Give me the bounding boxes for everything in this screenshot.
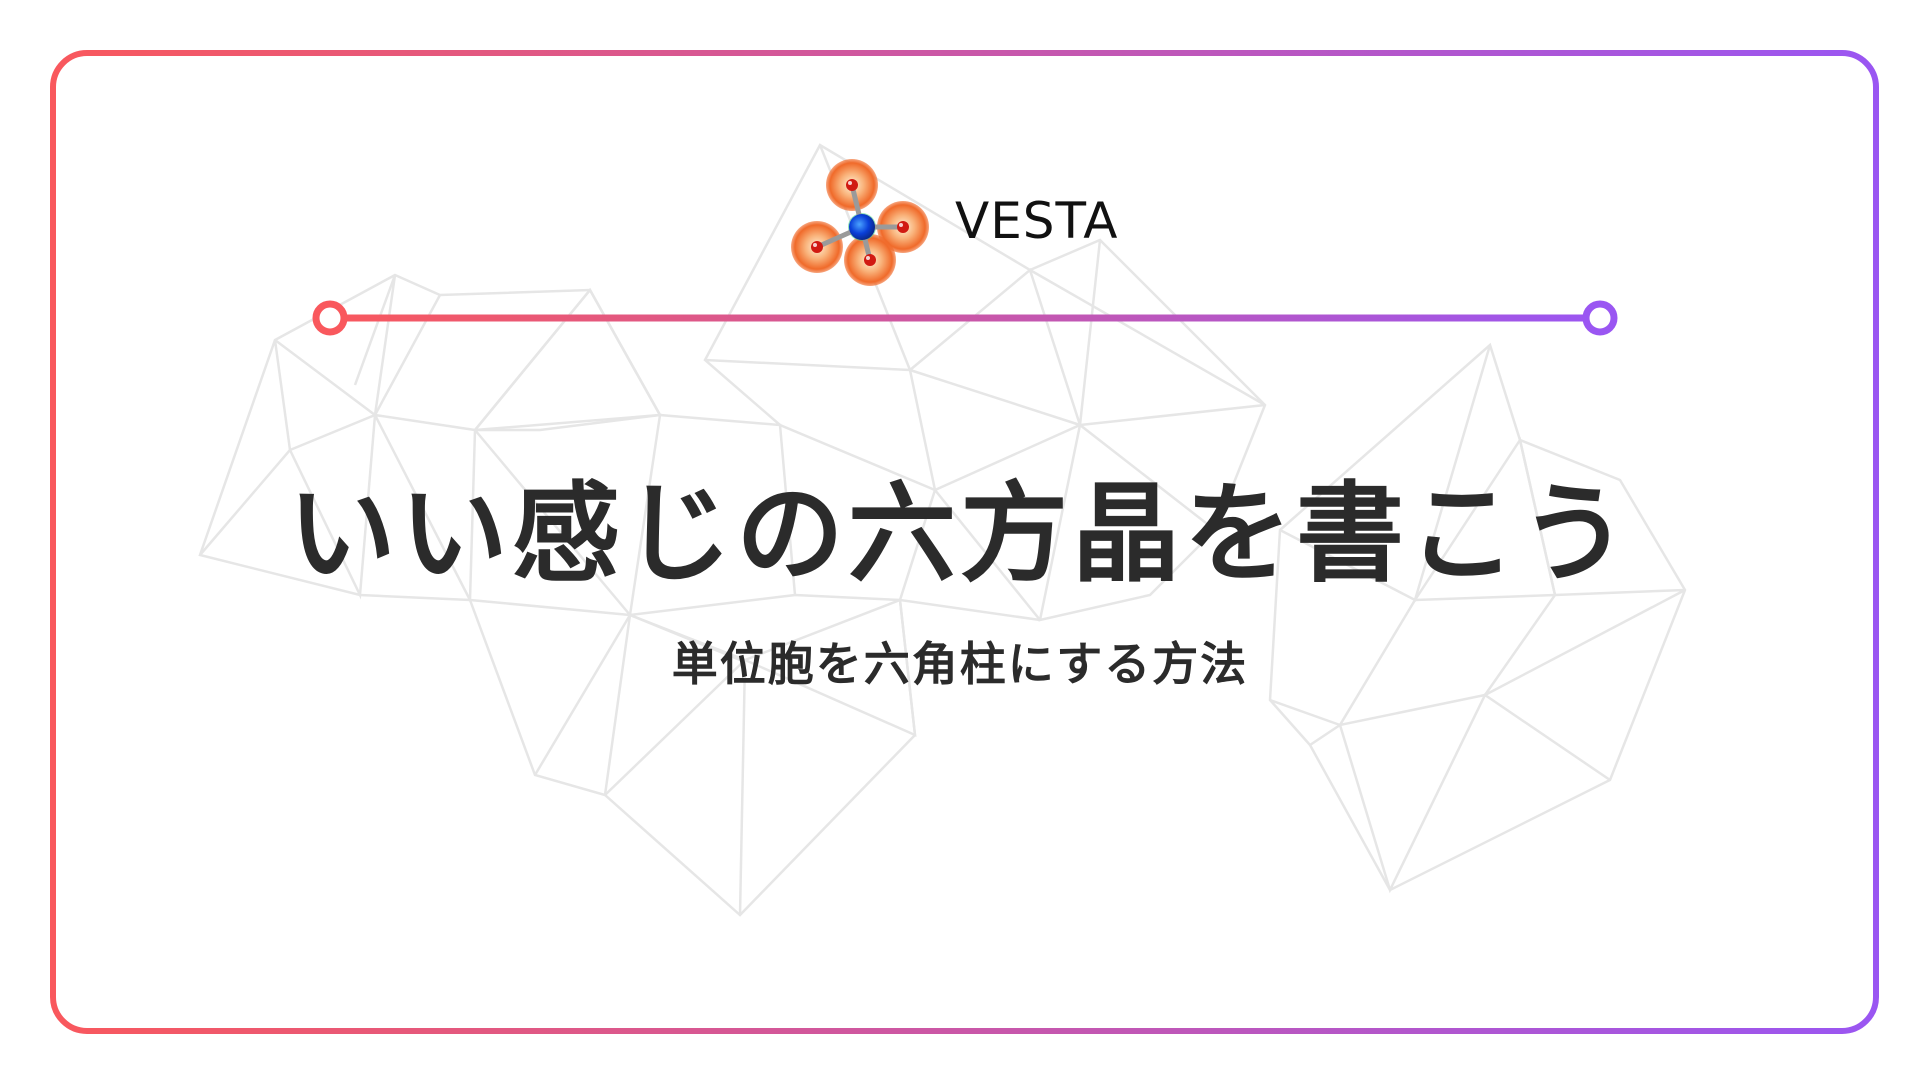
thumbnail-card: VESTA いい感じの六方晶を書こう 単位胞を六角柱にする方法 (0, 0, 1920, 1080)
molecule-icon (790, 155, 930, 295)
page-subtitle: 単位胞を六角柱にする方法 (671, 637, 1249, 691)
brand-name: VESTA (955, 192, 1119, 250)
divider-end-dot (1582, 300, 1618, 336)
page-title: いい感じの六方晶を書こう (287, 472, 1632, 597)
divider-start-dot (312, 300, 348, 336)
divider-line (312, 300, 1618, 336)
